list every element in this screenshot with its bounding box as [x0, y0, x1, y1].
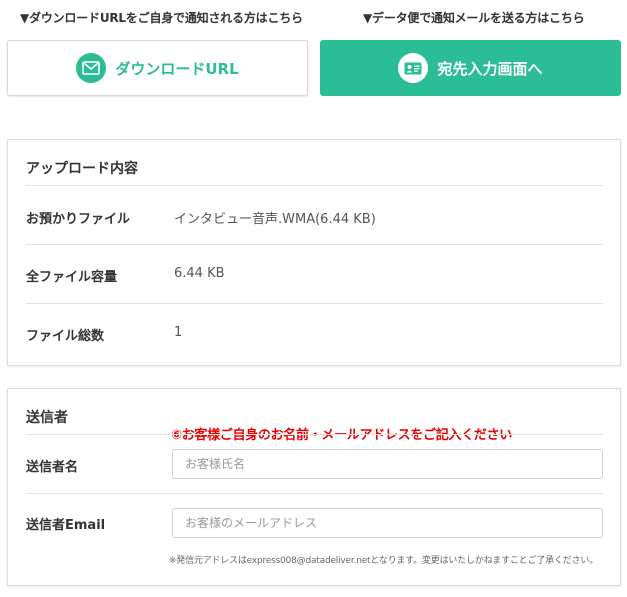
- sender-name-label: 送信者名: [26, 460, 79, 475]
- stored-files-value: インタビュー音声.WMA(6.44 KB): [174, 212, 376, 227]
- file-count-label: ファイル総数: [26, 329, 105, 344]
- divider: [26, 493, 603, 494]
- divider: [26, 244, 603, 245]
- data-mail-hint: ▼データ便で通知メールを送る方はこちら: [363, 11, 585, 25]
- total-size-label: 全ファイル容量: [26, 270, 118, 285]
- recipient-input-button-label: 宛先入力画面へ: [437, 59, 543, 78]
- download-url-button[interactable]: ダウンロードURL: [7, 40, 308, 96]
- file-count-value: 1: [174, 325, 183, 340]
- sender-address-footnote: ※発信元アドレスはexpress008@datadeliver.netとなります…: [168, 556, 598, 566]
- divider: [26, 185, 603, 186]
- divider: [26, 303, 603, 304]
- download-url-button-label: ダウンロードURL: [115, 59, 239, 78]
- sender-name-input[interactable]: [172, 449, 603, 479]
- upload-details-card: アップロード内容 お預かりファイル インタビュー音声.WMA(6.44 KB) …: [7, 139, 621, 366]
- sender-card: 送信者 ⑥お客様ご自身のお名前・メールアドレスをご記入ください 送信者名 送信者…: [7, 388, 621, 586]
- address-card-icon: [398, 53, 429, 83]
- mail-icon: [76, 53, 107, 83]
- upload-details-title: アップロード内容: [26, 161, 138, 177]
- stored-files-label: お預かりファイル: [26, 212, 131, 227]
- download-url-hint: ▼ダウンロードURLをご自身で通知される方はこちら: [20, 11, 303, 25]
- sender-email-input[interactable]: [172, 508, 603, 538]
- total-size-value: 6.44 KB: [174, 266, 225, 281]
- recipient-input-button[interactable]: 宛先入力画面へ: [320, 40, 621, 96]
- divider: [26, 434, 603, 435]
- sender-title: 送信者: [26, 410, 68, 426]
- sender-email-label: 送信者Email: [26, 518, 106, 533]
